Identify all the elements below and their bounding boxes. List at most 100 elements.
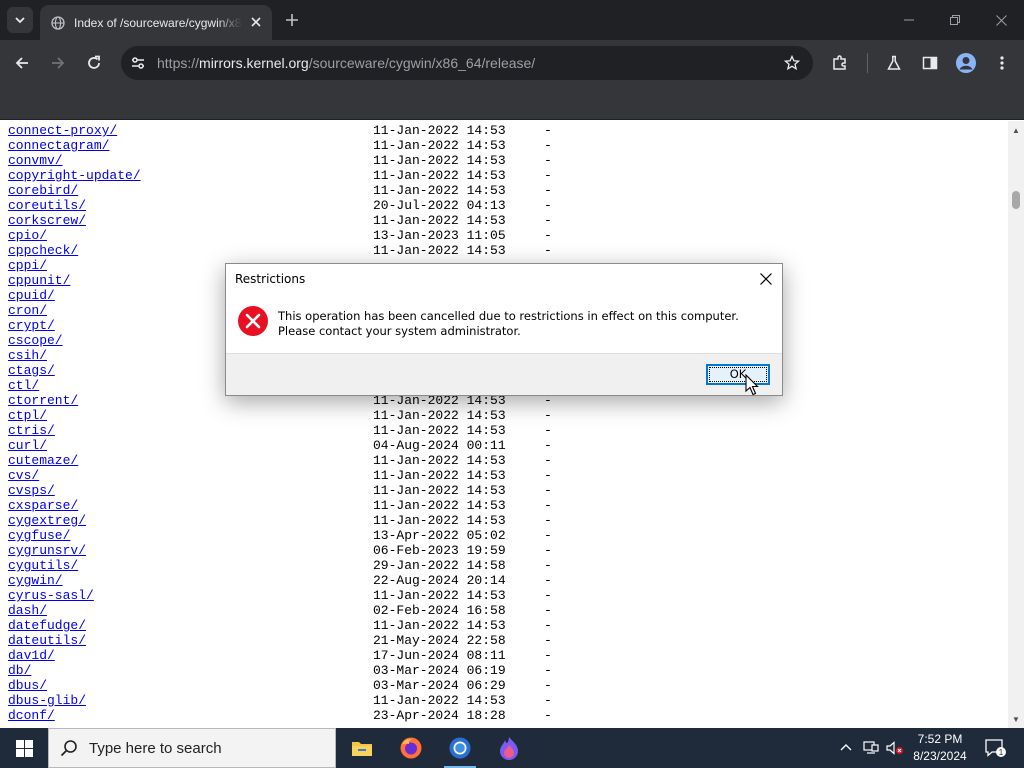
error-icon <box>238 306 268 336</box>
listing-link[interactable]: cvs/ <box>8 468 39 483</box>
listing-link[interactable]: dash/ <box>8 603 47 618</box>
url-host: mirrors.kernel.org <box>199 55 309 71</box>
listing-link[interactable]: cppcheck/ <box>8 243 78 258</box>
taskbar-chrome[interactable] <box>436 728 484 768</box>
scroll-down-icon[interactable]: ▼ <box>1008 712 1024 726</box>
listing-link[interactable]: cvsps/ <box>8 483 55 498</box>
restore-button[interactable] <box>932 0 978 40</box>
window-close-button[interactable] <box>978 0 1024 40</box>
listing-link[interactable]: curl/ <box>8 438 47 453</box>
listing-link[interactable]: corkscrew/ <box>8 213 86 228</box>
scrollbar-thumb[interactable] <box>1012 191 1020 209</box>
listing-date: 11-Jan-2022 14:53 <box>373 513 506 528</box>
search-placeholder: Type here to search <box>89 739 222 757</box>
listing-date: 23-Apr-2024 18:28 <box>373 708 506 723</box>
listing-link[interactable]: cygutils/ <box>8 558 78 573</box>
ok-button[interactable]: OK <box>706 364 770 385</box>
listing-link[interactable]: db/ <box>8 663 31 678</box>
listing-link[interactable]: ctags/ <box>8 363 55 378</box>
puzzle-icon <box>833 55 846 70</box>
listing-link[interactable]: cygrunsrv/ <box>8 543 86 558</box>
listing-link[interactable]: coreutils/ <box>8 198 86 213</box>
taskbar-file-explorer[interactable] <box>338 728 386 768</box>
site-info-icon[interactable] <box>129 54 147 72</box>
listing-link[interactable]: ctris/ <box>8 423 55 438</box>
listing-link[interactable]: cygwin/ <box>8 573 63 588</box>
tray-overflow-button[interactable] <box>836 728 856 768</box>
listing-link[interactable]: cygfuse/ <box>8 528 70 543</box>
flask-icon <box>887 55 901 70</box>
listing-link[interactable]: cygextreg/ <box>8 513 86 528</box>
listing-link[interactable]: ctorrent/ <box>8 393 78 408</box>
listing-link[interactable]: datefudge/ <box>8 618 86 633</box>
listing-link[interactable]: cron/ <box>8 303 47 318</box>
taskbar-firefox[interactable] <box>387 728 435 768</box>
listing-link[interactable]: dav1d/ <box>8 648 55 663</box>
listing-link[interactable]: crypt/ <box>8 318 55 333</box>
listing-date: 13-Jan-2023 11:05 <box>373 228 506 243</box>
start-button[interactable] <box>0 728 48 768</box>
listing-link[interactable]: connectagram/ <box>8 138 109 153</box>
menu-button[interactable] <box>990 51 1014 75</box>
back-button[interactable] <box>10 51 34 75</box>
listing-link[interactable]: dconf/ <box>8 708 55 723</box>
listing-link[interactable]: cscope/ <box>8 333 63 348</box>
listing-link[interactable]: connect-proxy/ <box>8 123 117 138</box>
dialog-message: This operation has been cancelled due to… <box>278 309 739 338</box>
listing-link[interactable]: cppi/ <box>8 258 47 273</box>
dialog-close-button[interactable] <box>750 264 782 294</box>
listing-link[interactable]: cutemaze/ <box>8 453 78 468</box>
listing-link[interactable]: corebird/ <box>8 183 78 198</box>
more-vert-icon <box>1000 56 1004 70</box>
clock-date: 8/23/2024 <box>913 749 967 763</box>
listing-link[interactable]: dbus/ <box>8 678 47 693</box>
listing-link[interactable]: convmv/ <box>8 153 63 168</box>
tray-volume[interactable] <box>884 728 906 768</box>
listing-date: 03-Mar-2024 06:19 <box>373 663 506 678</box>
dialog-title: Restrictions <box>235 272 306 286</box>
listing-size: - <box>544 693 552 708</box>
side-panel-button[interactable] <box>918 51 942 75</box>
listing-link[interactable]: cpuid/ <box>8 288 55 303</box>
vertical-scrollbar[interactable]: ▲ ▼ <box>1008 121 1024 728</box>
taskbar-clock[interactable]: 7:52 PM 8/23/2024 <box>905 731 975 765</box>
taskbar-search-box[interactable]: Type here to search <box>48 728 336 768</box>
tab-close-icon[interactable] <box>248 14 264 30</box>
dialog-footer: OK <box>226 353 782 395</box>
flame-app-icon <box>500 737 518 760</box>
browser-app-icon <box>449 737 471 759</box>
address-bar[interactable]: https://mirrors.kernel.org/sourceware/cy… <box>121 46 813 80</box>
listing-link[interactable]: csih/ <box>8 348 47 363</box>
browser-tab-active[interactable]: Index of /sourceware/cygwin/x86_64/relea… <box>40 5 272 40</box>
minimize-button[interactable] <box>886 0 932 40</box>
folder-icon <box>352 742 372 756</box>
profile-button[interactable] <box>954 51 978 75</box>
reload-button[interactable] <box>82 51 106 75</box>
new-tab-button[interactable] <box>283 11 301 29</box>
bookmark-star-icon[interactable] <box>783 54 801 72</box>
windows-taskbar: Type here to search 7:52 PM 8/23/2024 1 <box>0 728 1024 768</box>
listing-link[interactable]: ctpl/ <box>8 408 47 423</box>
taskbar-app-flame[interactable] <box>485 728 533 768</box>
restore-icon <box>950 15 960 25</box>
extensions-button[interactable] <box>828 51 852 75</box>
tray-network[interactable] <box>860 728 882 768</box>
listing-size: - <box>544 663 552 678</box>
forward-button[interactable] <box>46 51 70 75</box>
notification-center-button[interactable]: 1 <box>980 728 1010 768</box>
listing-link[interactable]: cpio/ <box>8 228 47 243</box>
scroll-up-icon[interactable]: ▲ <box>1008 123 1024 137</box>
labs-button[interactable] <box>882 51 906 75</box>
listing-date: 11-Jan-2022 14:53 <box>373 468 506 483</box>
listing-link[interactable]: cyrus-sasl/ <box>8 588 94 603</box>
listing-link[interactable]: dbus-glib/ <box>8 693 86 708</box>
tab-search-button[interactable] <box>7 7 33 33</box>
listing-date: 11-Jan-2022 14:53 <box>373 213 506 228</box>
listing-link[interactable]: dateutils/ <box>8 633 86 648</box>
listing-link[interactable]: cppunit/ <box>8 273 70 288</box>
listing-link[interactable]: cxsparse/ <box>8 498 78 513</box>
listing-link[interactable]: ctl/ <box>8 378 39 393</box>
listing-link[interactable]: copyright-update/ <box>8 168 141 183</box>
listing-date: 17-Jun-2024 08:11 <box>373 648 506 663</box>
browser-toolbar: https://mirrors.kernel.org/sourceware/cy… <box>0 40 1024 86</box>
